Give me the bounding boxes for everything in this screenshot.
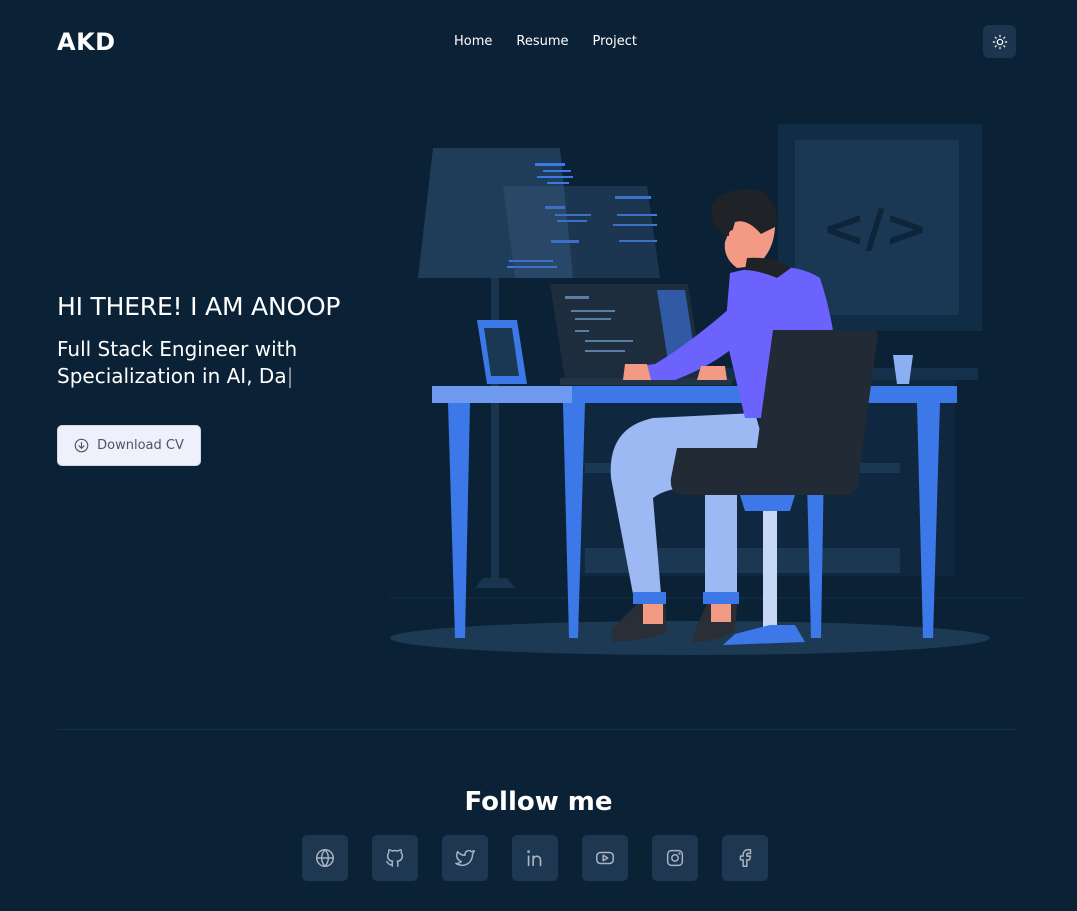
site-logo[interactable]: AKD	[57, 28, 116, 56]
code-tag-graphic: </>	[822, 199, 928, 259]
theme-toggle-button[interactable]	[983, 25, 1016, 58]
instagram-icon	[666, 849, 684, 867]
github-link[interactable]	[372, 835, 418, 881]
section-divider	[57, 729, 1016, 730]
page: AKD Home Resume Project HI THERE! I AM A…	[0, 0, 1077, 911]
nav-project[interactable]: Project	[593, 34, 637, 49]
website-link[interactable]	[302, 835, 348, 881]
facebook-link[interactable]	[722, 835, 768, 881]
typed-text: Full Stack Engineer with Specialization …	[57, 337, 298, 388]
nav-home[interactable]: Home	[454, 34, 492, 49]
social-links	[302, 835, 768, 881]
instagram-link[interactable]	[652, 835, 698, 881]
youtube-link[interactable]	[582, 835, 628, 881]
download-circle-icon	[74, 438, 89, 453]
twitter-icon	[455, 849, 475, 866]
download-cv-label: Download CV	[97, 438, 184, 453]
hero-subtitle: Full Stack Engineer with Specialization …	[57, 336, 387, 390]
github-icon	[386, 849, 404, 867]
linkedin-icon	[527, 850, 542, 867]
typing-cursor: |	[286, 364, 294, 388]
globe-icon	[316, 849, 334, 867]
download-cv-button[interactable]: Download CV	[57, 425, 201, 466]
developer-illustration: </>	[390, 124, 1025, 655]
facebook-icon	[739, 849, 752, 867]
linkedin-link[interactable]	[512, 835, 558, 881]
nav-resume[interactable]: Resume	[516, 34, 568, 49]
youtube-icon	[596, 851, 614, 865]
hero-title: HI THERE! I AM ANOOP	[57, 292, 341, 321]
follow-me-title: Follow me	[464, 787, 613, 817]
twitter-link[interactable]	[442, 835, 488, 881]
main-nav: Home Resume Project	[454, 34, 637, 49]
sun-icon	[992, 34, 1007, 49]
